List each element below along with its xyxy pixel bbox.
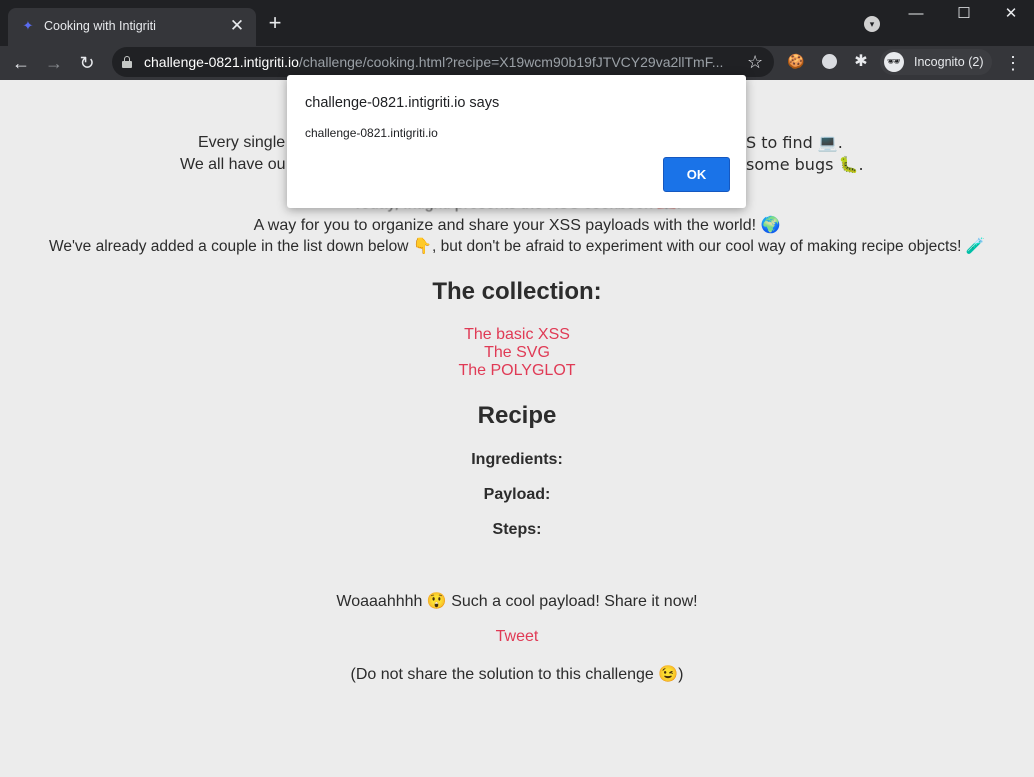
recipe-link-polyglot[interactable]: The POLYGLOT (458, 362, 575, 379)
tweet-row: Tweet (0, 627, 1034, 647)
payload-label: Payload: (483, 486, 551, 503)
forward-arrow-icon[interactable]: → (41, 49, 67, 77)
tweet-link[interactable]: Tweet (496, 628, 539, 645)
recipe-heading: Recipe (477, 402, 557, 429)
address-bar[interactable]: challenge-0821.intigriti.io/challenge/co… (112, 47, 774, 77)
cookie-extension-icon[interactable]: 🍪 (786, 52, 806, 72)
intro-line-1-end: S to find 💻. (746, 133, 843, 152)
dialog-title: challenge-0821.intigriti.io says (305, 95, 500, 111)
new-tab-button[interactable]: + (263, 11, 287, 35)
incognito-badge[interactable]: 🕶 Incognito (2) (880, 49, 992, 75)
dialog-message: challenge-0821.intigriti.io (305, 126, 438, 140)
bookmark-star-icon[interactable]: ☆ (747, 51, 763, 73)
tab-title: Cooking with Intigriti (44, 19, 156, 33)
extensions-puzzle-icon[interactable]: ✱ (851, 52, 871, 72)
intro-line-2-start: We all have ou (180, 156, 286, 173)
back-arrow-icon[interactable]: ← (8, 49, 34, 77)
browser-titlebar: ✦ Cooking with Intigriti ✕ + ▾ — ☐ ✕ (0, 0, 1034, 46)
incognito-icon: 🕶 (884, 52, 904, 72)
incognito-label: Incognito (2) (914, 55, 984, 69)
recipe-link-item: The POLYGLOT (0, 362, 1034, 380)
lock-icon[interactable] (122, 56, 132, 68)
browser-menu-icon[interactable]: ⋮ (1004, 50, 1022, 76)
window-maximize-button[interactable]: ☐ (941, 0, 987, 30)
disclaimer-text: (Do not share the solution to this chall… (350, 666, 684, 683)
tab-search-icon[interactable]: ▾ (864, 16, 880, 32)
browser-tab[interactable]: ✦ Cooking with Intigriti ✕ (8, 8, 256, 46)
url-path: /challenge/cooking.html?recipe=X19wcm90b… (298, 54, 724, 70)
window-close-button[interactable]: ✕ (988, 0, 1034, 30)
recipe-link-item: The basic XSS (0, 326, 1034, 344)
recipe-link-svg[interactable]: The SVG (484, 344, 550, 361)
tab-close-icon[interactable]: ✕ (226, 15, 248, 37)
intigriti-favicon-icon: ✦ (22, 18, 34, 33)
share-text: Woaaahhhh 😲 Such a cool payload! Share i… (336, 593, 698, 610)
window-minimize-button[interactable]: — (893, 0, 939, 30)
steps-label: Steps: (492, 521, 542, 538)
intro-line-5: We've already added a couple in the list… (49, 238, 985, 255)
url-text[interactable]: challenge-0821.intigriti.io/challenge/co… (144, 54, 734, 70)
extension-circle-icon[interactable] (819, 52, 839, 72)
intro-line-4: A way for you to organize and share your… (253, 217, 781, 234)
intro-line-2-end: some bugs 🐛. (746, 155, 864, 174)
collection-heading: The collection: (432, 278, 602, 305)
url-host: challenge-0821.intigriti.io (144, 54, 299, 70)
reload-icon[interactable]: ↻ (74, 49, 100, 77)
intro-line-1-start: Every single (198, 134, 286, 151)
ingredients-label: Ingredients: (471, 451, 563, 468)
alert-dialog: challenge-0821.intigriti.io says challen… (287, 75, 746, 208)
recipe-link-item: The SVG (0, 344, 1034, 362)
recipe-link-basic-xss[interactable]: The basic XSS (464, 326, 570, 343)
dialog-ok-button[interactable]: OK (663, 157, 730, 192)
